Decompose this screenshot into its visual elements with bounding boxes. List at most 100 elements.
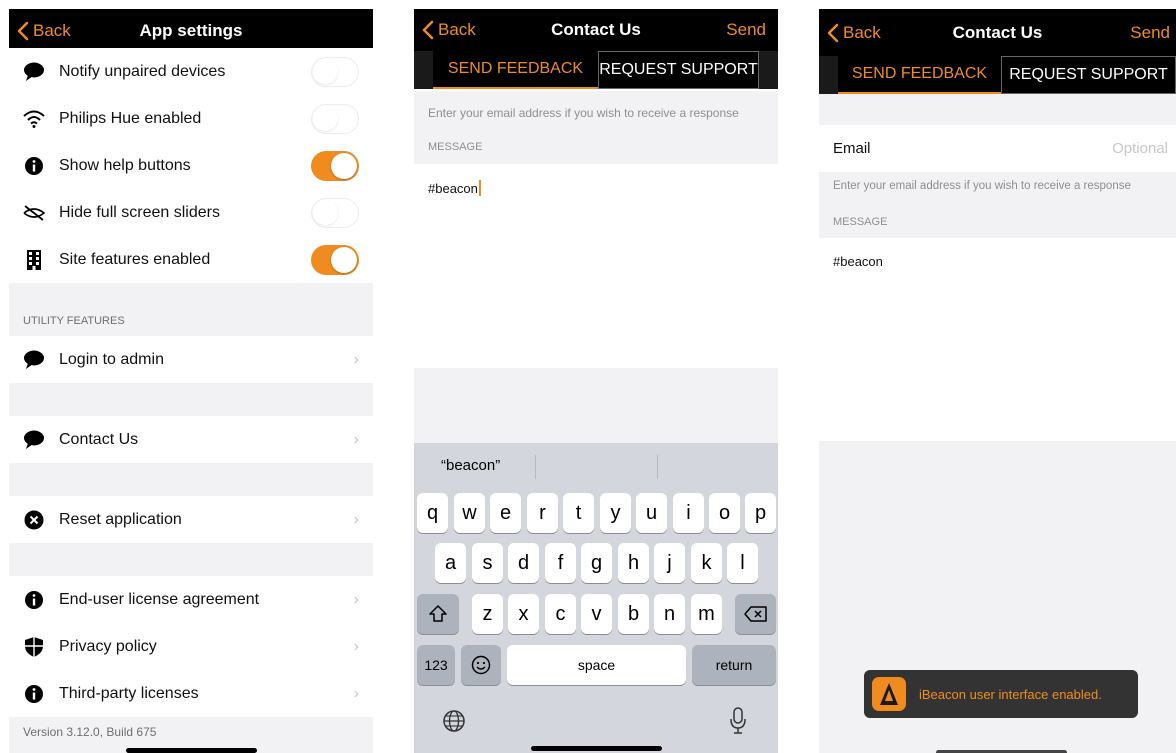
- key-s[interactable]: s: [472, 543, 503, 583]
- setting-row-help-buttons: Show help buttons: [9, 142, 373, 189]
- help-buttons-toggle[interactable]: [311, 150, 359, 181]
- home-indicator[interactable]: [126, 748, 257, 753]
- key-i[interactable]: i: [673, 493, 704, 533]
- building-icon: [9, 249, 59, 271]
- back-label: Back: [33, 20, 71, 40]
- key-q[interactable]: q: [417, 493, 448, 533]
- utility-row-login-admin[interactable]: Login to admin ›: [9, 336, 373, 383]
- utility-row-contact-us[interactable]: Contact Us ›: [9, 416, 373, 463]
- tab-request-support[interactable]: REQUEST SUPPORT: [598, 51, 759, 89]
- key-f[interactable]: f: [545, 543, 576, 583]
- info-icon: [9, 590, 59, 610]
- site-features-toggle[interactable]: [311, 244, 359, 275]
- key-t[interactable]: t: [563, 493, 594, 533]
- email-field[interactable]: Email Optional: [819, 125, 1176, 172]
- tab-send-feedback[interactable]: SEND FEEDBACK: [433, 51, 598, 89]
- tab-bar: SEND FEEDBACK REQUEST SUPPORT: [819, 56, 1176, 94]
- form-top-band: [819, 94, 1176, 125]
- form-header-band: Enter your email address if you wish to …: [819, 172, 1176, 238]
- key-m[interactable]: m: [691, 594, 722, 634]
- message-text: #beacon: [833, 254, 883, 269]
- utility-row-eula[interactable]: End-user license agreement ›: [9, 576, 373, 623]
- key-o[interactable]: o: [709, 493, 740, 533]
- home-indicator[interactable]: [531, 746, 662, 751]
- key-e[interactable]: e: [490, 493, 521, 533]
- speech-bubble-icon: [9, 62, 59, 82]
- speech-bubble-icon: [9, 430, 59, 450]
- suggestion-divider: [535, 455, 536, 479]
- emoji-key[interactable]: [461, 645, 501, 685]
- section-gap: UTILITY FEATURES: [9, 283, 373, 336]
- chevron-right-icon: ›: [353, 510, 359, 528]
- key-a[interactable]: a: [435, 543, 466, 583]
- key-j[interactable]: j: [654, 543, 685, 583]
- key-p[interactable]: p: [745, 493, 776, 533]
- key-h[interactable]: h: [618, 543, 649, 583]
- setting-row-notify-unpaired: Notify unpaired devices: [9, 48, 373, 95]
- message-text: #beacon: [428, 181, 478, 196]
- hide-sliders-toggle[interactable]: [311, 197, 359, 228]
- message-input[interactable]: #beacon: [833, 254, 883, 269]
- philips-hue-toggle[interactable]: [311, 103, 359, 134]
- send-button[interactable]: Send: [1130, 9, 1170, 56]
- form-header-band: Enter your email address if you wish to …: [414, 91, 778, 164]
- utility-row-reset[interactable]: Reset application ›: [9, 496, 373, 543]
- section-gap: [9, 383, 373, 416]
- utility-row-third-party[interactable]: Third-party licenses ›: [9, 670, 373, 717]
- back-button[interactable]: Back: [17, 9, 71, 52]
- email-label: Email: [833, 140, 871, 157]
- setting-row-philips-hue: Philips Hue enabled: [9, 95, 373, 142]
- key-b[interactable]: b: [618, 594, 649, 634]
- key-z[interactable]: z: [472, 594, 503, 634]
- chevron-right-icon: ›: [353, 350, 359, 368]
- key-k[interactable]: k: [691, 543, 722, 583]
- numbers-key[interactable]: 123: [417, 645, 455, 685]
- app-logo-icon: [872, 677, 906, 711]
- tab-bar: SEND FEEDBACK REQUEST SUPPORT: [414, 51, 778, 89]
- section-gap: [9, 543, 373, 576]
- key-w[interactable]: w: [454, 493, 485, 533]
- utility-row-privacy[interactable]: Privacy policy ›: [9, 623, 373, 670]
- shift-key[interactable]: [417, 594, 459, 634]
- key-u[interactable]: u: [636, 493, 667, 533]
- chevron-right-icon: ›: [353, 684, 359, 702]
- tab-request-support[interactable]: REQUEST SUPPORT: [1001, 56, 1176, 94]
- key-l[interactable]: l: [727, 543, 758, 583]
- eye-off-icon: [9, 204, 59, 222]
- wifi-icon: [9, 110, 59, 128]
- chevron-right-icon: ›: [353, 637, 359, 655]
- back-button[interactable]: Back: [422, 9, 476, 51]
- space-key[interactable]: space: [507, 645, 686, 685]
- contact-us-screen-keyboard: Back Contact Us Send SEND FEEDBACK REQUE…: [414, 0, 778, 753]
- chevron-left-icon: [17, 21, 29, 40]
- message-header: MESSAGE: [428, 141, 483, 153]
- suggestion-word[interactable]: “beacon”: [441, 457, 500, 474]
- emoji-icon: [471, 655, 491, 675]
- back-button[interactable]: Back: [827, 9, 881, 56]
- key-g[interactable]: g: [581, 543, 612, 583]
- notify-unpaired-toggle[interactable]: [311, 56, 359, 87]
- text-caret: [478, 180, 481, 196]
- suggestion-divider: [657, 455, 658, 479]
- utility-label: Third-party licenses: [59, 684, 199, 702]
- key-d[interactable]: d: [508, 543, 539, 583]
- message-input[interactable]: #beacon: [428, 180, 481, 196]
- globe-icon[interactable]: [442, 709, 466, 738]
- return-key[interactable]: return: [692, 645, 776, 685]
- key-r[interactable]: r: [527, 493, 558, 533]
- key-y[interactable]: y: [600, 493, 631, 533]
- info-icon: [9, 684, 59, 704]
- toast-notification: iBeacon user interface enabled.: [864, 670, 1138, 718]
- key-c[interactable]: c: [545, 594, 576, 634]
- shift-icon: [429, 605, 447, 622]
- send-button[interactable]: Send: [726, 9, 766, 51]
- microphone-icon[interactable]: [729, 707, 747, 740]
- email-hint: Enter your email address if you wish to …: [833, 180, 1131, 192]
- tab-send-feedback[interactable]: SEND FEEDBACK: [838, 56, 1001, 94]
- navigation-bar: Back Contact Us Send: [414, 9, 778, 51]
- key-n[interactable]: n: [654, 594, 685, 634]
- key-x[interactable]: x: [508, 594, 539, 634]
- toast-text: iBeacon user interface enabled.: [919, 686, 1102, 702]
- delete-key[interactable]: [735, 594, 776, 634]
- key-v[interactable]: v: [581, 594, 612, 634]
